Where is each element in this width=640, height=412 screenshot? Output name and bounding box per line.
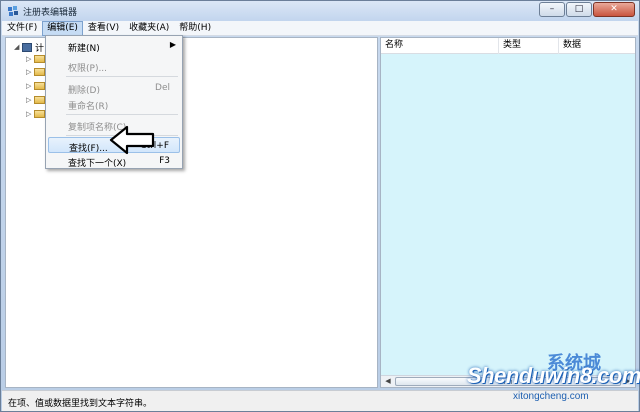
collapse-icon[interactable]: ◢ [14,43,22,51]
folder-icon [34,82,45,90]
close-icon: ✕ [610,4,618,14]
column-type-header[interactable]: 类型 [499,38,559,54]
watermark-main-text: Shenduwin8.com [467,363,640,388]
window-title: 注册表编辑器 [23,8,78,18]
scroll-left-icon[interactable]: ◀ [382,376,394,387]
maximize-icon: □ [574,4,584,14]
maximize-button[interactable]: □ [566,2,592,17]
expand-icon[interactable]: ▷ [26,96,34,104]
computer-icon [22,42,32,52]
menu-item-label: 权限(P)... [68,64,108,74]
expand-icon[interactable]: ▷ [26,55,34,63]
menu-separator [66,114,178,115]
menu-help[interactable]: 帮助(H) [174,21,216,36]
menu-item-shortcut: F3 [159,156,170,166]
folder-icon [34,55,45,63]
site-watermark: 系统城 Shenduwin8.com xitongcheng.com [467,349,640,411]
minimize-button[interactable]: – [539,2,565,17]
menu-item-permissions: 权限(P)... [48,58,180,74]
watermark-sub-text: xitongcheng.com [513,391,589,402]
registry-editor-window: 注册表编辑器 – □ ✕ 文件(F) 编辑(E) 查看(V) 收藏夹(A) 帮助… [0,0,640,412]
column-data-header[interactable]: 数据 [559,38,635,54]
menu-item-label: 删除(D) [68,86,100,96]
column-name-header[interactable]: 名称 [381,38,499,54]
annotation-arrow-icon [109,125,155,155]
tree-root-label: 计 [35,43,45,54]
expand-icon[interactable]: ▷ [26,110,34,118]
title-bar[interactable]: 注册表编辑器 – □ ✕ [1,1,639,21]
menu-item-delete: 删除(D) Del [48,80,180,96]
registry-editor-icon [8,6,18,16]
menu-item-find-next[interactable]: 查找下一个(X) F3 [48,153,180,169]
folder-icon [34,68,45,76]
menu-item-label: 查找下一个(X) [68,159,127,169]
folder-icon [34,110,45,118]
menu-item-shortcut: Del [155,83,170,93]
menu-item-new[interactable]: 新建(N) ▶ [48,38,180,54]
expand-icon[interactable]: ▷ [26,82,34,90]
minimize-icon: – [549,4,555,14]
menu-item-label: 新建(N) [68,44,100,54]
menu-edit[interactable]: 编辑(E) [42,21,83,36]
menu-item-label: 重命名(R) [68,102,109,112]
tree-root-computer[interactable]: ◢ 计 [14,41,45,54]
menu-file[interactable]: 文件(F) [2,21,42,36]
values-list-pane[interactable]: 名称 类型 数据 ◀ ▶ [380,37,636,388]
list-header: 名称 类型 数据 [381,38,635,54]
menu-favorites[interactable]: 收藏夹(A) [124,21,174,36]
close-button[interactable]: ✕ [593,2,635,17]
status-text: 在项、值或数据里找到文本字符串。 [8,399,153,409]
expand-icon[interactable]: ▷ [26,68,34,76]
menu-bar: 文件(F) 编辑(E) 查看(V) 收藏夹(A) 帮助(H) [2,21,638,36]
submenu-arrow-icon: ▶ [169,40,176,49]
folder-icon [34,96,45,104]
menu-separator [66,76,178,77]
menu-item-rename: 重命名(R) [48,96,180,112]
menu-view[interactable]: 查看(V) [83,21,124,36]
window-controls: – □ ✕ [538,2,635,17]
